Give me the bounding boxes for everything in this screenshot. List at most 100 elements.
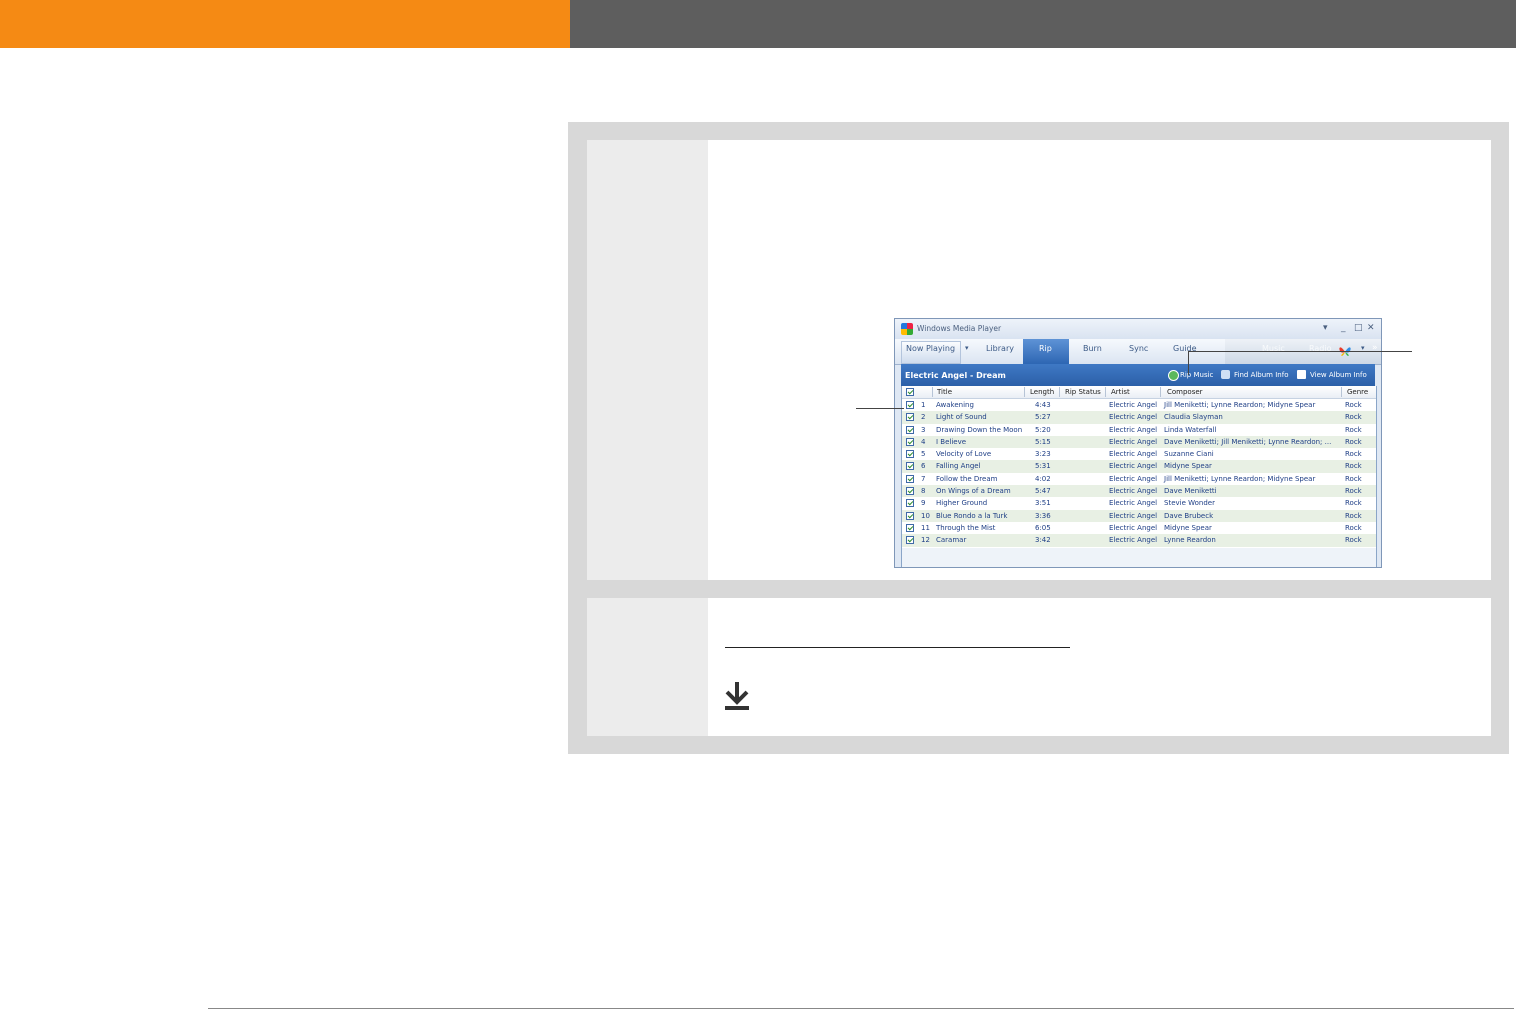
column-length[interactable]: Length xyxy=(1030,388,1054,396)
track-title: Light of Sound xyxy=(936,413,987,422)
minimize-icon[interactable]: _ xyxy=(1341,323,1346,333)
header-gray-bar xyxy=(570,0,1516,48)
track-genre: Rock xyxy=(1345,523,1362,532)
wmp-title-bar: Windows Media Player ▾ _ □ ✕ xyxy=(895,319,1381,339)
track-length: 3:51 xyxy=(1035,499,1051,508)
column-divider xyxy=(1024,387,1025,397)
track-checkbox[interactable] xyxy=(906,462,914,471)
footer-rule xyxy=(208,1008,1514,1009)
column-divider xyxy=(1105,387,1106,397)
wmp-screenshot: Windows Media Player ▾ _ □ ✕ Now Playing… xyxy=(894,318,1382,568)
track-genre: Rock xyxy=(1345,474,1362,483)
track-checkbox[interactable] xyxy=(906,511,914,520)
track-artist: Electric Angel xyxy=(1109,425,1158,434)
track-composer: Suzanne Ciani xyxy=(1164,450,1214,459)
track-composer: Dave Meniketti xyxy=(1164,487,1217,496)
track-genre: Rock xyxy=(1345,413,1362,422)
track-artist: Electric Angel xyxy=(1109,450,1158,459)
find-album-info-button[interactable]: Find Album Info xyxy=(1234,371,1288,379)
table-row[interactable]: 11 Through the Mist 6:05 Electric Angel Midy… xyxy=(902,522,1376,534)
track-number: 1 xyxy=(921,401,926,409)
track-checkbox[interactable] xyxy=(906,499,914,508)
track-artist: Electric Angel xyxy=(1109,523,1158,532)
track-checkbox[interactable] xyxy=(906,450,914,459)
track-genre: Rock xyxy=(1345,425,1362,434)
tab-burn[interactable]: Burn xyxy=(1083,344,1102,353)
track-number: 6 xyxy=(921,462,926,471)
table-row[interactable]: 9 Higher Ground 3:51 Electric Angel Stevie W… xyxy=(902,497,1376,509)
track-composer: Dave Brubeck xyxy=(1164,511,1214,520)
select-all-checkbox[interactable] xyxy=(906,388,914,396)
track-length: 5:20 xyxy=(1035,425,1051,434)
column-rip-status[interactable]: Rip Status xyxy=(1065,388,1101,396)
track-length: 5:27 xyxy=(1035,413,1051,422)
download-arrow-icon xyxy=(725,682,749,710)
chevron-down-icon[interactable]: ▾ xyxy=(965,344,969,352)
track-number: 5 xyxy=(921,450,926,459)
wmp-tab-bar: Now Playing ▾ Library Rip Burn Sync Guid… xyxy=(895,339,1381,365)
table-row[interactable]: 1 Awakening 4:43 Electric Angel Jill Meniket… xyxy=(902,399,1376,411)
column-composer[interactable]: Composer xyxy=(1167,388,1203,396)
column-genre[interactable]: Genre xyxy=(1347,388,1368,396)
track-table: Title Length Rip Status Artist Composer … xyxy=(901,386,1377,567)
header-orange-bar xyxy=(0,0,570,48)
track-checkbox[interactable] xyxy=(906,487,914,496)
table-row[interactable]: 2 Light of Sound 5:27 Electric Angel Claudia… xyxy=(902,411,1376,424)
track-checkbox[interactable] xyxy=(906,523,914,532)
table-row[interactable]: 7 Follow the Dream 4:02 Electric Angel Jill … xyxy=(902,473,1376,485)
maximize-icon[interactable]: □ xyxy=(1354,323,1363,333)
track-length: 4:02 xyxy=(1035,474,1051,483)
table-row[interactable]: 8 On Wings of a Dream 5:47 Electric Angel Da… xyxy=(902,485,1376,498)
tab-now-playing[interactable]: Now Playing xyxy=(906,344,955,353)
table-row[interactable]: 10 Blue Rondo a la Turk 3:36 Electric Angel… xyxy=(902,509,1376,522)
track-length: 3:42 xyxy=(1035,536,1051,545)
tab-sync[interactable]: Sync xyxy=(1129,344,1148,353)
track-checkbox[interactable] xyxy=(906,413,914,422)
table-row[interactable]: 4 I Believe 5:15 Electric Angel Dave Meniket… xyxy=(902,435,1376,449)
track-composer: Dave Meniketti; Jill Meniketti; Lynne Re… xyxy=(1164,437,1332,446)
track-artist: Electric Angel xyxy=(1109,462,1158,471)
step-1-number-column xyxy=(587,140,708,580)
track-number: 3 xyxy=(921,425,926,434)
track-checkbox[interactable] xyxy=(906,536,914,545)
track-title: Falling Angel xyxy=(936,462,981,471)
track-composer: Stevie Wonder xyxy=(1164,499,1215,508)
track-artist: Electric Angel xyxy=(1109,437,1158,446)
track-length: 5:15 xyxy=(1035,437,1051,446)
tab-rip[interactable]: Rip xyxy=(1039,344,1052,353)
link-underline xyxy=(725,647,1070,648)
table-row[interactable]: 12 Caramar 3:42 Electric Angel Lynne Reardon… xyxy=(902,534,1376,547)
track-composer: Linda Waterfall xyxy=(1164,425,1217,434)
column-title[interactable]: Title xyxy=(937,388,952,396)
menu-dropdown-icon[interactable]: ▾ xyxy=(1323,323,1328,333)
table-row[interactable]: 5 Velocity of Love 3:23 Electric Angel Suzan… xyxy=(902,448,1376,460)
table-row[interactable]: 3 Drawing Down the Moon 5:20 Electric Angel… xyxy=(902,424,1376,436)
track-checkbox[interactable] xyxy=(906,437,914,446)
track-genre: Rock xyxy=(1345,487,1362,496)
track-genre: Rock xyxy=(1345,450,1362,459)
track-genre: Rock xyxy=(1345,437,1362,446)
track-title: On Wings of a Dream xyxy=(936,487,1011,496)
track-checkbox[interactable] xyxy=(906,474,914,483)
track-artist: Electric Angel xyxy=(1109,536,1158,545)
track-artist: Electric Angel xyxy=(1109,413,1158,422)
track-genre: Rock xyxy=(1345,499,1362,508)
table-row[interactable]: 6 Falling Angel 5:31 Electric Angel Midyne S… xyxy=(902,460,1376,473)
track-checkbox[interactable] xyxy=(906,401,914,409)
tab-library[interactable]: Library xyxy=(986,344,1014,353)
wmp-title: Windows Media Player xyxy=(917,324,1002,333)
view-album-info-button[interactable]: View Album Info xyxy=(1310,371,1367,379)
track-artist: Electric Angel xyxy=(1109,511,1158,520)
column-divider xyxy=(1059,387,1060,397)
track-artist: Electric Angel xyxy=(1109,487,1158,496)
rip-music-icon xyxy=(1168,370,1179,381)
rip-music-button[interactable]: Rip Music xyxy=(1180,371,1213,379)
track-title: Higher Ground xyxy=(936,499,988,508)
track-genre: Rock xyxy=(1345,401,1362,409)
track-checkbox[interactable] xyxy=(906,425,914,434)
column-divider xyxy=(1341,387,1342,397)
close-icon[interactable]: ✕ xyxy=(1367,323,1375,333)
track-genre: Rock xyxy=(1345,511,1362,520)
column-divider xyxy=(1160,387,1161,397)
column-artist[interactable]: Artist xyxy=(1111,388,1130,396)
